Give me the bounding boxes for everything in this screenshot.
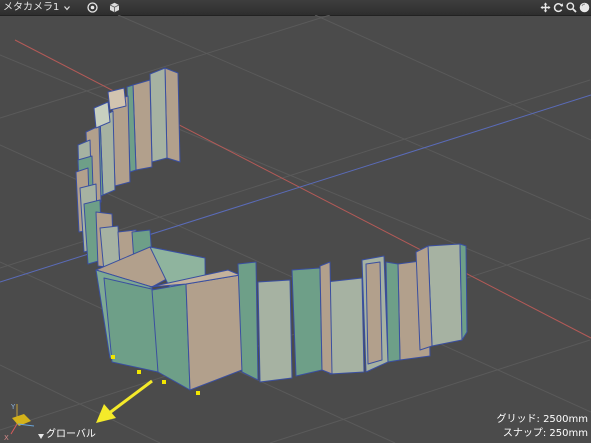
wall-panel bbox=[365, 261, 383, 365]
rotate-icon[interactable] bbox=[553, 2, 564, 13]
3d-viewport[interactable]: メタカメラ1 Y X グローバル グリッド: 2500mm スナップ: 250m… bbox=[0, 0, 591, 443]
axis-gizmo-icon: Y X bbox=[4, 403, 44, 442]
axis-x-label: X bbox=[4, 434, 9, 442]
wall-panel bbox=[185, 274, 243, 391]
wall-panel bbox=[319, 261, 333, 375]
wall-panel bbox=[257, 279, 293, 383]
snap-size-label: スナップ: 250mm bbox=[502, 428, 588, 439]
scene-canvas[interactable]: Y X bbox=[0, 15, 591, 443]
wall-panel bbox=[427, 243, 463, 347]
camera-menu-chevron-icon[interactable] bbox=[64, 2, 70, 13]
wall-panel bbox=[291, 267, 323, 377]
zoom-icon[interactable] bbox=[566, 2, 577, 13]
target-icon[interactable] bbox=[87, 2, 98, 13]
pointer-arrow-icon bbox=[96, 379, 153, 423]
grid-size-label: グリッド: 2500mm bbox=[496, 414, 588, 425]
viewport-title-bar: メタカメラ1 bbox=[0, 0, 591, 16]
sphere-icon[interactable] bbox=[579, 2, 590, 13]
coordinate-space-label[interactable]: グローバル bbox=[46, 429, 96, 441]
wall-panel bbox=[107, 87, 127, 111]
wall-panel bbox=[149, 67, 168, 163]
wall-panel bbox=[385, 261, 401, 363]
axis-y-label: Y bbox=[10, 403, 16, 411]
camera-name[interactable]: メタカメラ1 bbox=[3, 1, 59, 14]
panel-wall bbox=[75, 67, 468, 391]
wall-panel bbox=[151, 283, 191, 391]
move-icon[interactable] bbox=[540, 2, 551, 13]
cube-icon[interactable] bbox=[109, 2, 120, 13]
